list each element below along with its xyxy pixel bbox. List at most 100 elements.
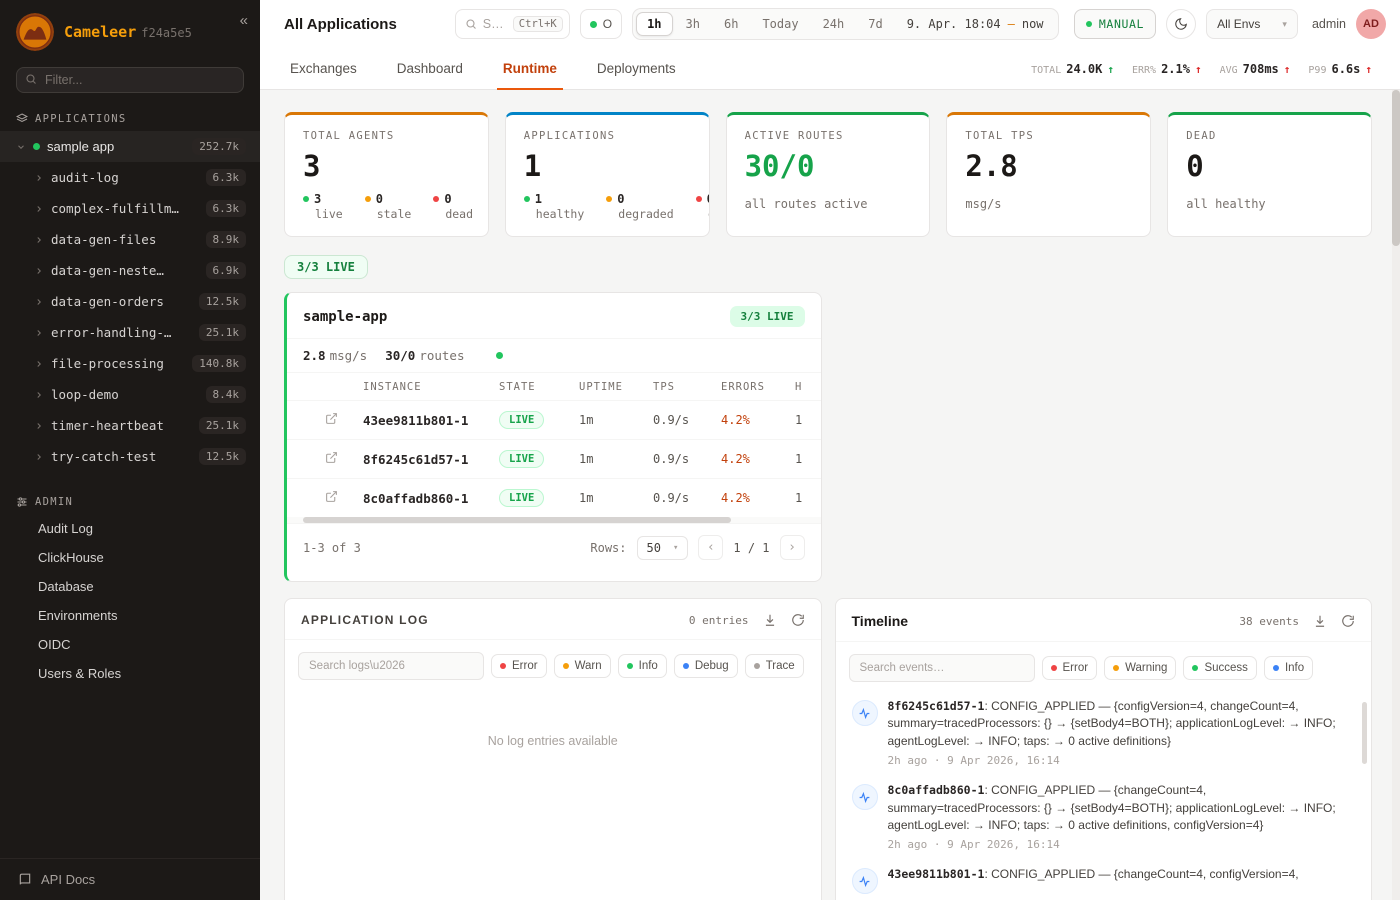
- sidebar-route-loop-demo[interactable]: loop-demo8.4k: [0, 379, 260, 410]
- tab-runtime[interactable]: Runtime: [497, 48, 563, 89]
- timeline-filter-info[interactable]: Info: [1264, 656, 1313, 680]
- tab-deployments[interactable]: Deployments: [591, 48, 682, 89]
- sidebar-route-file-processing[interactable]: file-processing140.8k: [0, 348, 260, 379]
- chevron-down-icon: ▾: [673, 543, 678, 553]
- range-24h[interactable]: 24h: [812, 12, 856, 36]
- external-link-icon[interactable]: [325, 412, 338, 425]
- sidebar-route-timer-heartbeat[interactable]: timer-heartbeat25.1k: [0, 410, 260, 441]
- sidebar-item-environments[interactable]: Environments: [0, 601, 260, 630]
- sidebar-app-sample-app[interactable]: sample app 252.7k: [0, 131, 260, 162]
- sidebar-item-clickhouse[interactable]: ClickHouse: [0, 543, 260, 572]
- timeline-event[interactable]: 43ee9811b801-1: CONFIG_APPLIED — {change…: [852, 866, 1350, 894]
- filter-input[interactable]: [16, 67, 244, 93]
- metric-total: TOTAL24.0K↑: [1031, 62, 1114, 76]
- log-filter-debug[interactable]: Debug: [674, 654, 738, 678]
- chevron-down-icon[interactable]: [16, 142, 26, 152]
- timeline-title: Timeline: [852, 613, 909, 629]
- cameleer-logo-icon: [16, 13, 54, 51]
- range-7d[interactable]: 7d: [857, 12, 893, 36]
- app-card-sample-app: sample-app 3/3 LIVE 2.8msg/s 30/0routes …: [284, 292, 822, 582]
- range-today[interactable]: Today: [751, 12, 809, 36]
- log-filter-warn[interactable]: Warn: [554, 654, 611, 678]
- table-row[interactable]: 8c0affadb860-1 LIVE 1m 0.9/s 4.2% 1: [287, 479, 822, 518]
- external-link-icon[interactable]: [325, 451, 338, 464]
- timeline-search-input[interactable]: [849, 654, 1035, 682]
- download-icon[interactable]: [763, 613, 777, 627]
- header-metrics: TOTAL24.0K↑ ERR%2.1%↑ AVG708ms↑ P996.6s↑: [1031, 48, 1372, 89]
- status-dot: [33, 143, 40, 150]
- sidebar-item-audit-log[interactable]: Audit Log: [0, 514, 260, 543]
- rows-per-page-select[interactable]: 50 ▾: [637, 536, 689, 560]
- timeline-filter-warning[interactable]: Warning: [1104, 656, 1176, 680]
- app-name: sample app: [47, 139, 114, 154]
- stat-live: 3live: [303, 192, 343, 221]
- activity-pulse-icon: [852, 784, 878, 810]
- live-state-pill: LIVE: [499, 411, 544, 429]
- timeline-scrollbar-thumb[interactable]: [1362, 702, 1367, 764]
- timeline-event[interactable]: 8c0affadb860-1: CONFIG_APPLIED — {change…: [852, 782, 1350, 851]
- range-3h[interactable]: 3h: [675, 12, 711, 36]
- avatar[interactable]: AD: [1356, 9, 1386, 39]
- info-dot: [627, 663, 633, 669]
- timeline-event[interactable]: 8f6245c61d57-1: CONFIG_APPLIED — {config…: [852, 698, 1350, 767]
- refresh-icon[interactable]: [791, 613, 805, 627]
- online-status-chip[interactable]: O: [580, 9, 622, 39]
- window-scrollbar[interactable]: [1392, 90, 1400, 900]
- log-search-input[interactable]: [298, 652, 484, 680]
- metric-p99: P996.6s↑: [1308, 62, 1372, 76]
- timeline-filter-error[interactable]: Error: [1042, 656, 1098, 680]
- table-row[interactable]: 43ee9811b801-1 LIVE 1m 0.9/s 4.2% 1: [287, 401, 822, 440]
- log-filter-info[interactable]: Info: [618, 654, 667, 678]
- live-summary-chip[interactable]: 3/3 LIVE: [284, 255, 368, 279]
- sidebar-route-data-gen-files[interactable]: data-gen-files8.9k: [0, 224, 260, 255]
- api-docs-link[interactable]: API Docs: [0, 858, 260, 900]
- range-dash: —: [1008, 17, 1015, 31]
- chevron-right-icon: [34, 173, 44, 183]
- timeline-events-list: 8f6245c61d57-1: CONFIG_APPLIED — {config…: [836, 692, 1372, 900]
- tab-exchanges[interactable]: Exchanges: [284, 48, 363, 89]
- sidebar-route-try-catch-test[interactable]: try-catch-test12.5k: [0, 441, 260, 472]
- tabbar: Exchanges Dashboard Runtime Deployments …: [260, 48, 1400, 90]
- chevron-right-icon: [34, 204, 44, 214]
- range-dates[interactable]: 9. Apr. 18:04 — now: [896, 17, 1055, 31]
- warning-dot: [1113, 665, 1119, 671]
- manual-mode-badge[interactable]: MANUAL: [1074, 9, 1156, 39]
- chevron-right-icon: [34, 359, 44, 369]
- stat-critical: 0criti: [696, 192, 710, 221]
- sidebar-item-oidc[interactable]: OIDC: [0, 630, 260, 659]
- prev-page-button[interactable]: ‹: [698, 535, 723, 560]
- timeline-panel: Timeline 38 events Error Warning Success…: [835, 598, 1373, 900]
- stat-card-total-tps: TOTAL TPS 2.8 msg/s: [946, 112, 1151, 237]
- next-page-button[interactable]: ›: [780, 535, 805, 560]
- table-row[interactable]: 8f6245c61d57-1 LIVE 1m 0.9/s 4.2% 1: [287, 440, 822, 479]
- chevron-down-icon: ▾: [1282, 19, 1287, 30]
- range-6h[interactable]: 6h: [713, 12, 749, 36]
- sidebar-item-users-roles[interactable]: Users & Roles: [0, 659, 260, 688]
- sidebar: Cameleerf24a5e5 « APPLICATIONS sample ap…: [0, 0, 260, 900]
- range-1h[interactable]: 1h: [636, 12, 672, 36]
- trend-up-icon: ↑: [1195, 63, 1202, 76]
- log-filter-trace[interactable]: Trace: [745, 654, 804, 678]
- tab-dashboard[interactable]: Dashboard: [391, 48, 469, 89]
- window-scrollbar-thumb[interactable]: [1392, 90, 1400, 246]
- dark-mode-toggle[interactable]: [1166, 9, 1196, 39]
- sidebar-item-database[interactable]: Database: [0, 572, 260, 601]
- sidebar-route-data-gen-nested[interactable]: data-gen-neste…6.9k: [0, 255, 260, 286]
- sidebar-route-complex-fulfillment[interactable]: complex-fulfillm…6.3k: [0, 193, 260, 224]
- sidebar-route-audit-log[interactable]: audit-log6.3k: [0, 162, 260, 193]
- sidebar-route-data-gen-orders[interactable]: data-gen-orders12.5k: [0, 286, 260, 317]
- timeline-filter-success[interactable]: Success: [1183, 656, 1256, 680]
- horizontal-scrollbar-thumb[interactable]: [303, 517, 731, 523]
- sidebar-header: Cameleerf24a5e5 «: [0, 0, 260, 61]
- env-selector[interactable]: All Envs ▾: [1206, 9, 1298, 39]
- global-search[interactable]: Ctrl+K: [455, 9, 570, 39]
- download-icon[interactable]: [1313, 614, 1327, 628]
- sidebar-route-error-handling[interactable]: error-handling-…25.1k: [0, 317, 260, 348]
- content: TOTAL AGENTS 3 3live 0stale 0dead APPLIC…: [260, 90, 1400, 900]
- horizontal-scrollbar[interactable]: [287, 517, 821, 523]
- global-search-input[interactable]: [483, 17, 507, 31]
- log-filter-error[interactable]: Error: [491, 654, 547, 678]
- sidebar-collapse-button[interactable]: «: [240, 12, 248, 29]
- external-link-icon[interactable]: [325, 490, 338, 503]
- refresh-icon[interactable]: [1341, 614, 1355, 628]
